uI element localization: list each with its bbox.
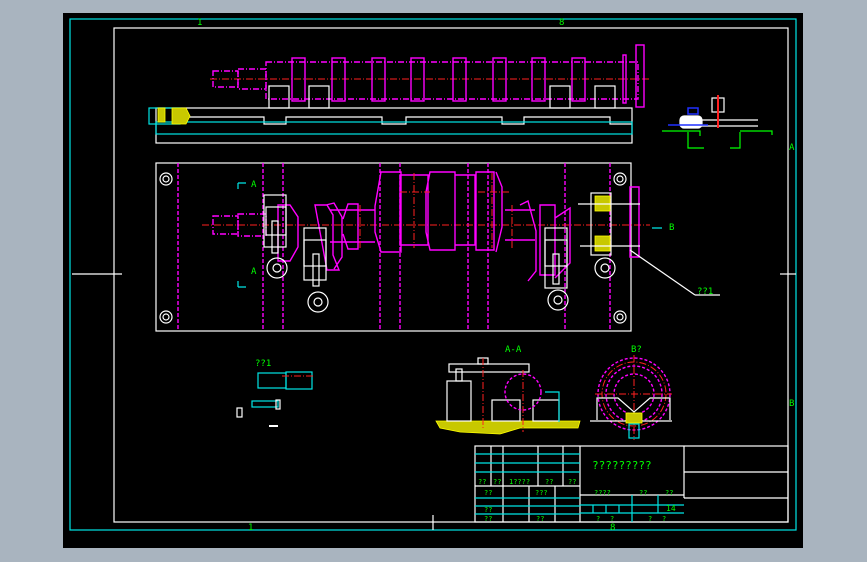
- tb-cell: ??: [639, 489, 647, 497]
- tb-header: ??: [568, 478, 576, 486]
- tb-cell: ?: [610, 515, 614, 523]
- tb-cell: ??: [484, 506, 492, 514]
- zone-label: 1: [197, 18, 202, 28]
- leader-label: ??1: [697, 287, 713, 297]
- clamp-b: [578, 192, 720, 296]
- tb-cell: ?: [648, 515, 652, 523]
- tb-header: ??: [493, 478, 501, 486]
- tb-header: 1????: [509, 478, 530, 486]
- inner-frame: [113, 27, 789, 523]
- clamp-left-2: [303, 227, 329, 313]
- part-detail: ??1: [236, 359, 314, 427]
- tb-cell: ???: [535, 489, 548, 497]
- zone-label: 8: [610, 523, 615, 533]
- zone-label: A: [789, 143, 795, 153]
- tb-cell: ??: [536, 515, 544, 523]
- side-detail-view: [662, 95, 773, 149]
- plan-view: A A B ??1: [155, 162, 720, 332]
- title-block: ????????? ?? ?? 1???? ?? ?? ?? ??? ?? ??…: [474, 445, 789, 523]
- section-label-a: A: [251, 267, 257, 277]
- tb-cell: ?: [596, 515, 600, 523]
- view-b: B?: [590, 345, 672, 440]
- tb-cell: ??: [665, 489, 673, 497]
- section-label-a: A: [251, 180, 257, 190]
- zone-label: 1: [248, 523, 253, 533]
- scale-value: 14: [666, 504, 676, 513]
- section-a-a-view: A-A: [435, 345, 581, 435]
- drawing-sheet: 1 8 1 8 A B A A B ??1 ??1 A-A B? ???????…: [69, 18, 797, 533]
- detail-label: ??1: [255, 359, 271, 369]
- zone-label: B: [789, 399, 794, 409]
- section-title: A-A: [505, 345, 522, 355]
- zone-label: 8: [559, 18, 564, 28]
- tb-cell: ????: [594, 489, 611, 497]
- tb-cell: ??: [484, 489, 492, 497]
- outer-border: [69, 18, 797, 531]
- view-label-b: B: [669, 223, 674, 233]
- tb-cell: ??: [484, 515, 492, 523]
- drawing-name: ?????????: [592, 459, 652, 472]
- cad-drawing-canvas[interactable]: 1 8 1 8 A B A A B ??1 ??1 A-A B? ???????…: [63, 13, 803, 548]
- tb-cell: ?: [662, 515, 666, 523]
- view-title: B?: [631, 345, 642, 355]
- front-view: [148, 44, 650, 144]
- tb-header: ??: [478, 478, 486, 486]
- tb-header: ??: [545, 478, 553, 486]
